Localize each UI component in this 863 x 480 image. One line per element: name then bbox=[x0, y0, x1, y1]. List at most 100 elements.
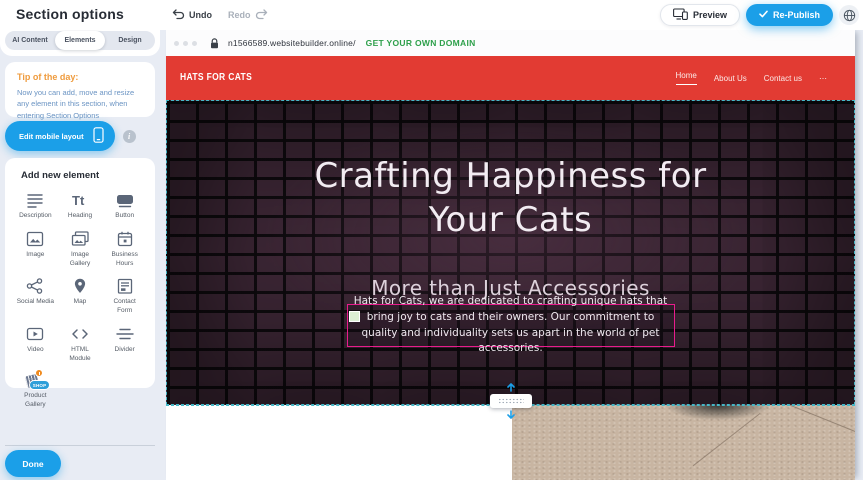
tip-title: Tip of the day: bbox=[17, 72, 143, 82]
product-gallery-icon: SHOP bbox=[24, 372, 46, 389]
next-section-left[interactable] bbox=[166, 405, 512, 480]
lock-icon bbox=[210, 38, 219, 49]
undo-button[interactable]: Undo bbox=[172, 9, 212, 22]
preview-label: Preview bbox=[693, 10, 727, 20]
hero-text-element-selected[interactable]: Hats for Cats, we are dedicated to craft… bbox=[347, 304, 675, 347]
preview-button[interactable]: Preview bbox=[660, 4, 740, 26]
element-item-label: Product Gallery bbox=[16, 392, 54, 410]
undo-label: Undo bbox=[189, 10, 212, 20]
element-item-image[interactable]: Image bbox=[13, 230, 58, 269]
element-item-label: Heading bbox=[68, 212, 92, 221]
arrow-down-icon bbox=[507, 410, 516, 419]
browser-dot bbox=[174, 41, 179, 46]
element-item-label: Description bbox=[19, 212, 52, 221]
undo-icon bbox=[172, 9, 185, 22]
browser-dot bbox=[192, 41, 197, 46]
edit-mobile-layout-button[interactable]: Edit mobile layout bbox=[5, 121, 115, 151]
tip-of-the-day-card: Tip of the day: Now you can add, move an… bbox=[5, 62, 155, 117]
element-item-business-hours[interactable]: Business Hours bbox=[102, 230, 147, 269]
element-item-contact-form[interactable]: Contact Form bbox=[102, 277, 147, 316]
element-item-button[interactable]: Button bbox=[102, 191, 147, 221]
nav-more-menu[interactable]: ⋯ bbox=[819, 74, 827, 83]
shop-badge: SHOP bbox=[29, 380, 51, 390]
element-item-image-gallery[interactable]: Image Gallery bbox=[58, 230, 103, 269]
element-item-product-gallery[interactable]: SHOP Product Gallery bbox=[13, 372, 58, 410]
redo-label: Redo bbox=[228, 10, 251, 20]
redo-button[interactable]: Redo bbox=[228, 9, 268, 22]
element-grid: Description Tt Heading bbox=[13, 191, 147, 410]
site-logo[interactable]: HATS FOR CATS bbox=[180, 72, 252, 83]
heading-icon: Tt bbox=[70, 191, 90, 209]
nav-about-us[interactable]: About Us bbox=[714, 74, 747, 83]
site-nav: Home About Us Contact us ⋯ bbox=[676, 56, 828, 100]
get-domain-link[interactable]: GET YOUR OWN DOMAIN bbox=[366, 38, 476, 48]
sidebar: AI Content Elements Design Tip of the da… bbox=[0, 30, 160, 480]
business-hours-icon bbox=[115, 230, 135, 248]
site-header[interactable]: HATS FOR CATS Home About Us Contact us ⋯ bbox=[166, 56, 855, 100]
element-item-label: Map bbox=[74, 298, 87, 307]
video-icon bbox=[25, 325, 45, 343]
site-url: n1566589.websitebuilder.online/ bbox=[228, 38, 356, 48]
element-item-label: Video bbox=[27, 346, 44, 355]
app-root: Section options Undo Redo bbox=[0, 0, 863, 480]
republish-label: Re-Publish bbox=[773, 10, 820, 20]
tabs-panel: AI Content Elements Design bbox=[0, 30, 160, 56]
browser-bar: n1566589.websitebuilder.online/ GET YOUR… bbox=[166, 30, 855, 56]
browser-dot bbox=[183, 41, 188, 46]
check-icon bbox=[759, 10, 768, 20]
devices-icon bbox=[673, 8, 688, 22]
button-icon bbox=[115, 191, 135, 209]
map-pin-icon bbox=[70, 277, 90, 295]
element-item-label: Divider bbox=[115, 346, 135, 355]
arrow-up-icon bbox=[507, 383, 516, 392]
svg-text:Tt: Tt bbox=[72, 193, 85, 208]
smartphone-icon bbox=[93, 127, 104, 145]
page-title: Section options bbox=[16, 6, 124, 22]
add-element-card: Add new element Description Tt bbox=[5, 158, 155, 388]
topbar: Section options Undo Redo bbox=[0, 0, 863, 30]
element-item-social-media[interactable]: Social Media bbox=[13, 277, 58, 316]
contact-form-icon bbox=[115, 277, 135, 295]
next-section-image[interactable] bbox=[512, 405, 855, 480]
divider-icon bbox=[115, 325, 135, 343]
image-icon bbox=[25, 230, 45, 248]
description-icon bbox=[25, 191, 45, 209]
nav-home[interactable]: Home bbox=[676, 71, 697, 85]
hero-body-text: Hats for Cats, we are dedicated to craft… bbox=[354, 294, 668, 357]
element-item-video[interactable]: Video bbox=[13, 325, 58, 364]
element-item-heading[interactable]: Tt Heading bbox=[58, 191, 103, 221]
site-canvas: n1566589.websitebuilder.online/ GET YOUR… bbox=[166, 30, 855, 480]
element-item-html-module[interactable]: HTML Module bbox=[58, 325, 103, 364]
html-code-icon bbox=[70, 325, 90, 343]
done-button[interactable]: Done bbox=[5, 450, 61, 477]
hero-heading[interactable]: Crafting Happiness for Your Cats bbox=[309, 154, 713, 242]
edit-mobile-layout-label: Edit mobile layout bbox=[19, 132, 84, 141]
element-item-description[interactable]: Description bbox=[13, 191, 58, 221]
history-controls: Undo Redo bbox=[172, 0, 268, 30]
element-item-label: HTML Module bbox=[61, 346, 99, 364]
element-item-label: Social Media bbox=[17, 298, 54, 307]
element-item-map[interactable]: Map bbox=[58, 277, 103, 316]
topbar-actions: Preview Re-Publish bbox=[660, 4, 859, 26]
element-drag-handle[interactable] bbox=[349, 311, 360, 322]
tip-body: Now you can add, move and resize any ele… bbox=[17, 87, 143, 121]
tab-design[interactable]: Design bbox=[105, 31, 155, 50]
republish-button[interactable]: Re-Publish bbox=[746, 4, 833, 26]
language-globe-button[interactable] bbox=[839, 5, 859, 25]
tab-ai-content[interactable]: AI Content bbox=[5, 31, 55, 50]
tab-elements[interactable]: Elements bbox=[55, 31, 105, 50]
redo-icon bbox=[255, 9, 268, 22]
element-item-label: Image Gallery bbox=[61, 251, 99, 269]
image-gallery-icon bbox=[70, 230, 90, 248]
section-resize-handle[interactable] bbox=[490, 394, 532, 408]
new-badge bbox=[35, 369, 43, 377]
hero-section-selected[interactable]: Crafting Happiness for Your Cats More th… bbox=[166, 100, 855, 405]
mobile-layout-row: Edit mobile layout i bbox=[5, 121, 136, 151]
element-item-label: Button bbox=[115, 212, 134, 221]
sidebar-divider bbox=[5, 445, 155, 446]
social-media-icon bbox=[25, 277, 45, 295]
info-icon[interactable]: i bbox=[123, 130, 136, 143]
nav-contact-us[interactable]: Contact us bbox=[764, 74, 802, 83]
element-item-divider[interactable]: Divider bbox=[102, 325, 147, 364]
element-item-label: Business Hours bbox=[106, 251, 144, 269]
